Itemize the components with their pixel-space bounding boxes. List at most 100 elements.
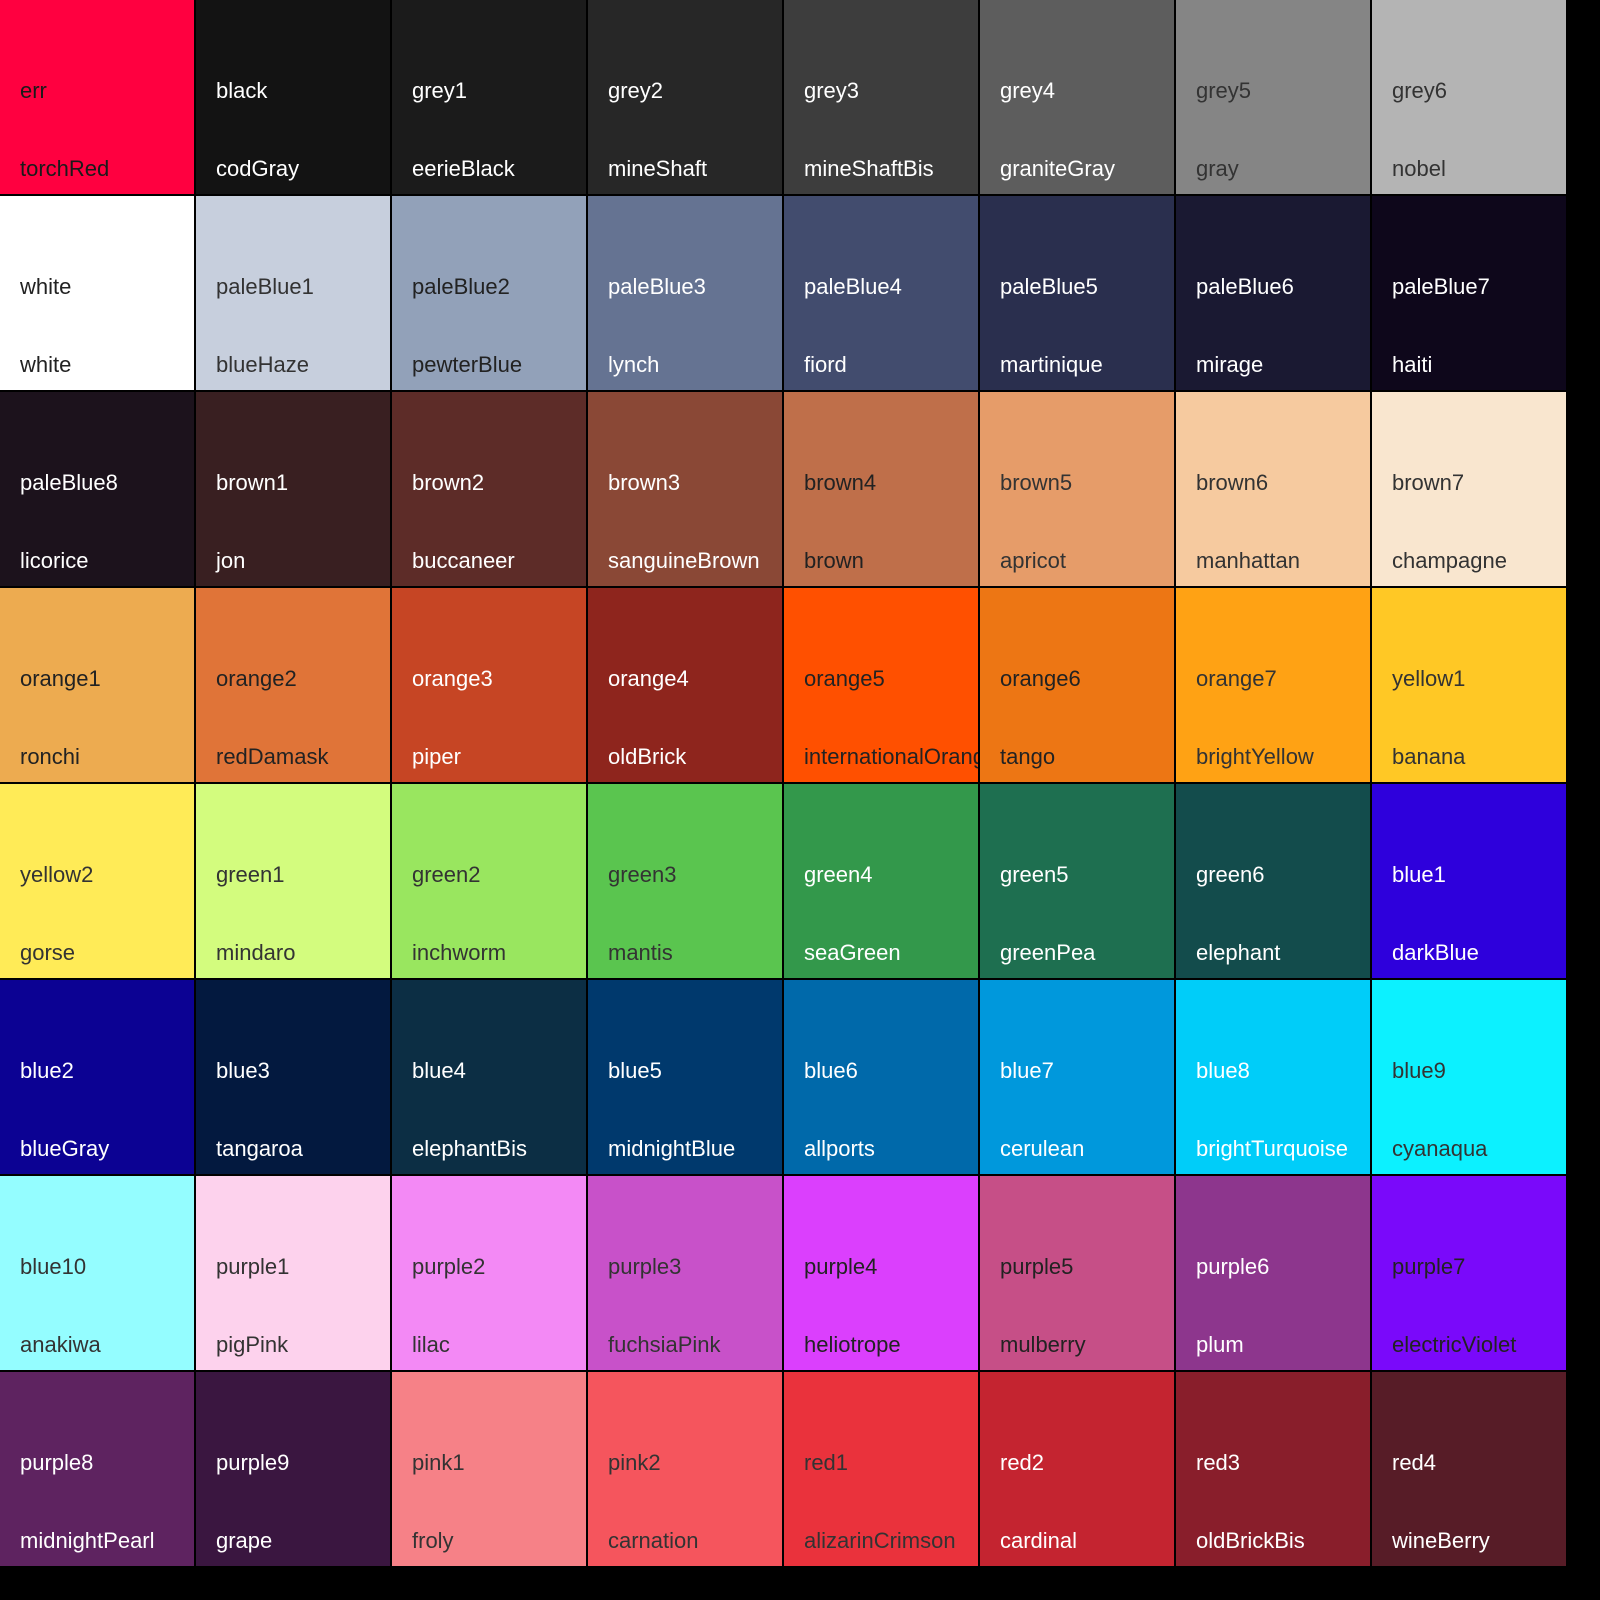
swatch-color-name: brightYellow xyxy=(1196,744,1314,769)
swatch-color-name: mantis xyxy=(608,940,673,965)
swatch-alias-label: paleBlue5 xyxy=(1000,274,1098,299)
swatch-alias-label: green1 xyxy=(216,862,285,887)
swatch-alias-label: purple7 xyxy=(1392,1254,1466,1279)
swatch-alias-label: pink1 xyxy=(412,1450,465,1475)
swatch-alias-label: brown5 xyxy=(1000,470,1073,495)
color-swatch-brown4: brown4 brown xyxy=(784,392,978,586)
swatch-alias-label: grey1 xyxy=(412,78,468,103)
color-swatch-blue7: blue7 cerulean xyxy=(980,980,1174,1174)
swatch-color-name: alizarinCrimson xyxy=(804,1528,956,1553)
swatch-alias-label: purple3 xyxy=(608,1254,682,1279)
swatch-alias-label: paleBlue1 xyxy=(216,274,314,299)
color-swatch-grey3: grey3 mineShaftBis xyxy=(784,0,978,194)
swatch-alias-label: red2 xyxy=(1000,1450,1045,1475)
color-swatch-blue10: blue10 anakiwa xyxy=(0,1176,194,1370)
swatch-alias-label: orange5 xyxy=(804,666,885,691)
color-swatch-brown5: brown5 apricot xyxy=(980,392,1174,586)
color-swatch-orange6: orange6 tango xyxy=(980,588,1174,782)
swatch-alias-label: grey2 xyxy=(608,78,664,103)
color-swatch-grey4: grey4 graniteGray xyxy=(980,0,1174,194)
swatch-alias-label: brown4 xyxy=(804,470,877,495)
color-swatch-blue6: blue6 allports xyxy=(784,980,978,1174)
swatch-color-name: elephant xyxy=(1196,940,1281,965)
swatch-alias-label: green5 xyxy=(1000,862,1069,887)
color-swatch-yellow1: yellow1 banana xyxy=(1372,588,1566,782)
swatch-alias-label: err xyxy=(20,78,47,103)
color-swatch-paleBlue1: paleBlue1 blueHaze xyxy=(196,196,390,390)
swatch-alias-label: blue8 xyxy=(1196,1058,1250,1083)
color-swatch-red1: red1 alizarinCrimson xyxy=(784,1372,978,1566)
swatch-alias-label: orange1 xyxy=(20,666,101,691)
color-swatch-orange7: orange7 brightYellow xyxy=(1176,588,1370,782)
swatch-color-name: brightTurquoise xyxy=(1196,1136,1349,1161)
color-swatch-purple8: purple8 midnightPearl xyxy=(0,1372,194,1566)
swatch-color-name: redDamask xyxy=(216,744,329,769)
swatch-color-name: mineShaft xyxy=(608,156,708,181)
swatch-color-name: heliotrope xyxy=(804,1332,901,1357)
color-swatch-blue8: blue8 brightTurquoise xyxy=(1176,980,1370,1174)
color-swatch-purple7: purple7 electricViolet xyxy=(1372,1176,1566,1370)
swatch-color-name: cerulean xyxy=(1000,1136,1085,1161)
swatch-color-name: lynch xyxy=(608,352,660,377)
color-swatch-paleBlue4: paleBlue4 fiord xyxy=(784,196,978,390)
swatch-color-name: midnightBlue xyxy=(608,1136,736,1161)
swatch-color-name: cyanaqua xyxy=(1392,1136,1488,1161)
swatch-alias-label: orange6 xyxy=(1000,666,1081,691)
color-swatch-purple1: purple1 pigPink xyxy=(196,1176,390,1370)
swatch-color-name: internationalOrange xyxy=(804,744,978,769)
swatch-alias-label: paleBlue2 xyxy=(412,274,510,299)
swatch-color-name: pewterBlue xyxy=(412,352,523,377)
color-swatch-purple4: purple4 heliotrope xyxy=(784,1176,978,1370)
color-swatch-pink1: pink1 froly xyxy=(392,1372,586,1566)
swatch-color-name: fuchsiaPink xyxy=(608,1332,721,1357)
swatch-alias-label: green2 xyxy=(412,862,481,887)
swatch-alias-label: red4 xyxy=(1392,1450,1437,1475)
swatch-color-name: mirage xyxy=(1196,352,1264,377)
color-swatch-paleBlue8: paleBlue8 licorice xyxy=(0,392,194,586)
swatch-alias-label: green4 xyxy=(804,862,873,887)
swatch-color-name: mindaro xyxy=(216,940,296,965)
swatch-color-name: grape xyxy=(216,1528,273,1553)
swatch-color-name: wineBerry xyxy=(1392,1528,1490,1553)
swatch-color-name: sanguineBrown xyxy=(608,548,760,573)
swatch-color-name: apricot xyxy=(1000,548,1067,573)
color-swatch-pink2: pink2 carnation xyxy=(588,1372,782,1566)
swatch-alias-label: blue6 xyxy=(804,1058,858,1083)
color-palette-grid: err torchRed black codGray grey1 eerieBlack gr… xyxy=(0,0,1568,1568)
color-swatch-orange1: orange1 ronchi xyxy=(0,588,194,782)
swatch-alias-label: brown2 xyxy=(412,470,485,495)
swatch-color-name: lilac xyxy=(412,1332,450,1357)
swatch-alias-label: yellow1 xyxy=(1392,666,1466,691)
swatch-color-name: nobel xyxy=(1392,156,1446,181)
color-swatch-green6: green6 elephant xyxy=(1176,784,1370,978)
color-swatch-black: black codGray xyxy=(196,0,390,194)
swatch-alias-label: paleBlue3 xyxy=(608,274,706,299)
swatch-alias-label: paleBlue4 xyxy=(804,274,902,299)
color-swatch-blue2: blue2 blueGray xyxy=(0,980,194,1174)
color-swatch-brown2: brown2 buccaneer xyxy=(392,392,586,586)
swatch-color-name: licorice xyxy=(20,548,89,573)
swatch-color-name: anakiwa xyxy=(20,1332,101,1357)
swatch-alias-label: paleBlue7 xyxy=(1392,274,1490,299)
swatch-alias-label: red3 xyxy=(1196,1450,1241,1475)
swatch-alias-label: red1 xyxy=(804,1450,849,1475)
swatch-alias-label: purple2 xyxy=(412,1254,486,1279)
color-swatch-red3: red3 oldBrickBis xyxy=(1176,1372,1370,1566)
swatch-alias-label: green6 xyxy=(1196,862,1265,887)
swatch-color-name: cardinal xyxy=(1000,1528,1078,1553)
swatch-alias-label: green3 xyxy=(608,862,677,887)
color-swatch-purple6: purple6 plum xyxy=(1176,1176,1370,1370)
swatch-color-name: gray xyxy=(1196,156,1239,181)
color-swatch-grey2: grey2 mineShaft xyxy=(588,0,782,194)
swatch-alias-label: black xyxy=(216,78,268,103)
swatch-alias-label: grey6 xyxy=(1392,78,1448,103)
swatch-alias-label: yellow2 xyxy=(20,862,94,887)
swatch-color-name: piper xyxy=(412,744,461,769)
swatch-color-name: champagne xyxy=(1392,548,1507,573)
swatch-alias-label: blue1 xyxy=(1392,862,1446,887)
swatch-color-name: midnightPearl xyxy=(20,1528,155,1553)
swatch-alias-label: blue9 xyxy=(1392,1058,1446,1083)
swatch-color-name: white xyxy=(20,352,72,377)
swatch-color-name: tango xyxy=(1000,744,1056,769)
swatch-color-name: plum xyxy=(1196,1332,1244,1357)
